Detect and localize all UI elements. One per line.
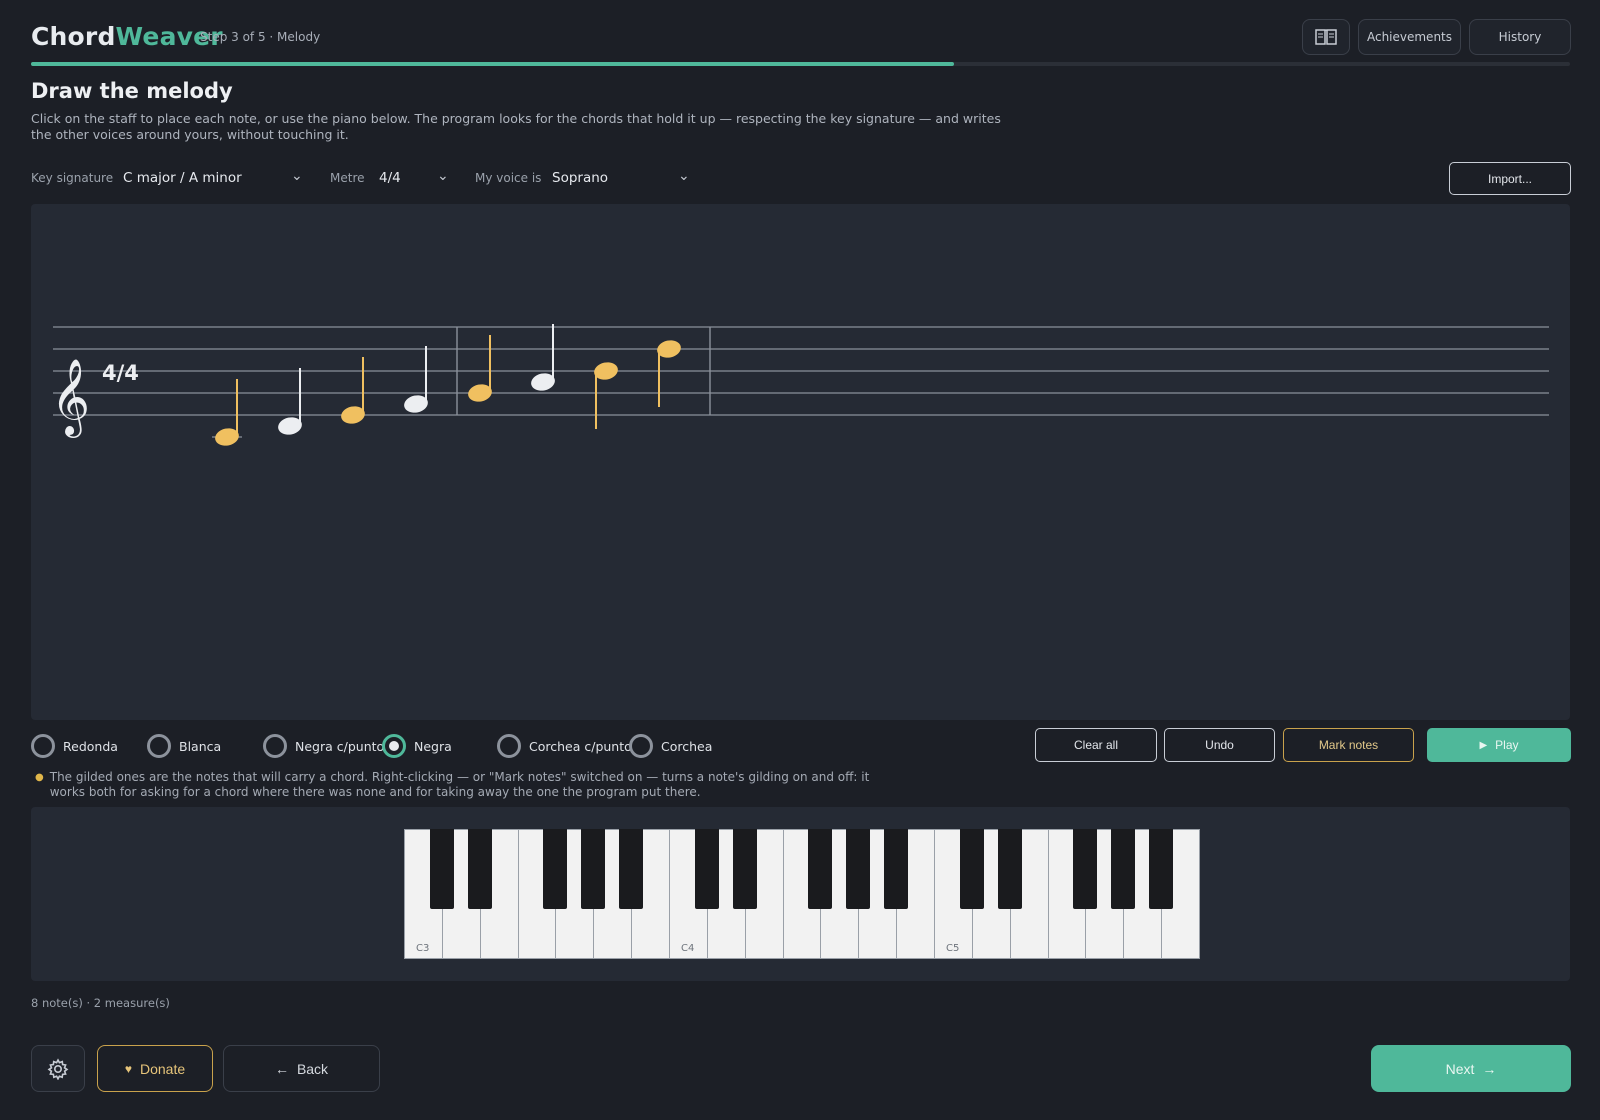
piano-black-key[interactable] — [619, 829, 644, 909]
progress-fill — [31, 62, 955, 66]
duration-corchea[interactable]: Corchea — [629, 734, 712, 758]
app-logo: ChordWeaver — [31, 22, 223, 51]
time-signature: 4/4 — [102, 361, 139, 385]
mark-notes-button[interactable]: Mark notes — [1283, 728, 1414, 762]
heart-icon: ♥ — [124, 1061, 132, 1076]
piano-black-key[interactable] — [543, 829, 568, 909]
radio-circle — [629, 734, 653, 758]
duration-blanca[interactable]: Blanca — [147, 734, 221, 758]
donate-button[interactable]: ♥ Donate — [97, 1045, 213, 1092]
arrow-left-icon: ← — [274, 1060, 289, 1077]
piano-black-key[interactable] — [1111, 829, 1136, 909]
metre-value: 4/4 — [379, 170, 401, 186]
melody-note[interactable] — [212, 379, 242, 448]
history-button[interactable]: History — [1469, 19, 1571, 55]
back-label: Back — [296, 1060, 329, 1077]
chevron-down-icon: ⌄ — [437, 168, 449, 184]
melody-note[interactable] — [402, 346, 429, 415]
piano-black-key[interactable] — [694, 829, 719, 909]
chevron-down-icon: ⌄ — [291, 168, 303, 184]
piano-octave-label: C4 — [681, 943, 695, 954]
play-icon: ▶ — [1479, 739, 1488, 751]
voice-select[interactable]: Soprano ⌄ — [550, 164, 694, 192]
piano-black-key[interactable] — [1073, 829, 1098, 909]
piano-black-key[interactable] — [846, 829, 871, 909]
melody-note[interactable] — [655, 338, 682, 407]
manual-button[interactable] — [1302, 19, 1350, 55]
book-icon — [1315, 29, 1337, 45]
key-signature-select[interactable]: C major / A minor ⌄ — [121, 164, 307, 192]
piano-octave-label: C3 — [416, 943, 430, 954]
duration-label: Redonda — [63, 738, 118, 754]
melody-note[interactable] — [529, 324, 556, 393]
undo-button[interactable]: Undo — [1164, 728, 1275, 762]
key-signature-value: C major / A minor — [123, 170, 242, 186]
key-signature-label: Key signature — [31, 171, 114, 185]
step-indicator: Step 3 of 5 · Melody — [200, 30, 321, 44]
staff-canvas[interactable]: 𝄞 4/4 — [31, 204, 1570, 720]
piano-black-key[interactable] — [467, 829, 492, 909]
clear-all-button[interactable]: Clear all — [1035, 728, 1157, 762]
donate-label: Donate — [139, 1060, 186, 1077]
piano-black-key[interactable] — [1149, 829, 1174, 909]
bullet-icon: ● — [35, 772, 44, 783]
piano-black-key[interactable] — [884, 829, 909, 909]
radio-circle — [497, 734, 521, 758]
page-title: Draw the melody — [31, 79, 233, 103]
duration-label: Negra — [414, 738, 452, 754]
duration-corchea-punto[interactable]: Corchea c/punto — [497, 734, 632, 758]
play-button[interactable]: ▶ Play — [1427, 728, 1571, 762]
achievements-button[interactable]: Achievements — [1358, 19, 1461, 55]
radio-circle-selected — [382, 734, 406, 758]
metre-label: Metre — [330, 171, 365, 185]
piano-black-key[interactable] — [959, 829, 984, 909]
gear-icon — [47, 1057, 69, 1080]
duration-label: Negra c/punto — [295, 738, 385, 754]
import-button[interactable]: Import... — [1449, 162, 1571, 195]
melody-note[interactable] — [592, 360, 619, 429]
piano-black-key[interactable] — [997, 829, 1022, 909]
duration-redonda[interactable]: Redonda — [31, 734, 118, 758]
melody-note[interactable] — [339, 357, 366, 426]
play-label: Play — [1495, 738, 1519, 752]
voice-label: My voice is — [475, 171, 542, 185]
staff[interactable]: 𝄞 4/4 — [31, 204, 1570, 720]
metre-select[interactable]: 4/4 ⌄ — [377, 164, 453, 192]
duration-label: Corchea — [661, 738, 713, 754]
melody-note[interactable] — [276, 368, 303, 437]
radio-circle — [147, 734, 171, 758]
voice-value: Soprano — [552, 170, 609, 186]
piano-octave-label: C5 — [946, 943, 960, 954]
logo-part-chord: Chord — [31, 22, 116, 51]
piano-black-key[interactable] — [808, 829, 833, 909]
gilding-hint: ● The gilded ones are the notes that wil… — [35, 770, 895, 800]
chevron-down-icon: ⌄ — [678, 168, 690, 184]
note-count-status: 8 note(s) · 2 measure(s) — [31, 996, 170, 1010]
settings-button[interactable] — [31, 1045, 85, 1092]
duration-negra-punto[interactable]: Negra c/punto — [263, 734, 384, 758]
back-button[interactable]: ← Back — [223, 1045, 380, 1092]
radio-circle — [263, 734, 287, 758]
next-label: Next — [1445, 1060, 1475, 1077]
arrow-right-icon: → — [1482, 1060, 1497, 1077]
piano-keyboard[interactable]: C3 C4 C5 — [404, 829, 1200, 959]
duration-negra[interactable]: Negra — [382, 734, 452, 758]
piano-black-key[interactable] — [581, 829, 606, 909]
duration-label: Blanca — [179, 738, 222, 754]
melody-note[interactable] — [466, 335, 493, 404]
treble-clef-icon: 𝄞 — [51, 358, 90, 438]
duration-label: Corchea c/punto — [529, 738, 632, 754]
radio-circle — [31, 734, 55, 758]
hint-text: The gilded ones are the notes that will … — [49, 770, 870, 799]
piano-black-key[interactable] — [732, 829, 757, 909]
next-button[interactable]: Next → — [1371, 1045, 1571, 1092]
piano-black-key[interactable] — [429, 829, 454, 909]
page-description: Click on the staff to place each note, o… — [31, 111, 1001, 142]
